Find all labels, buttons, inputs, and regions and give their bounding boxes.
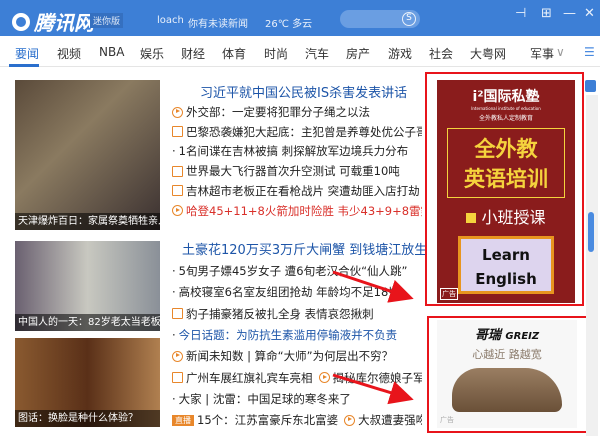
car-slogan: 心越近 路越宽 (472, 348, 542, 361)
ad-logo-sub: International institute of education (471, 106, 541, 111)
red-arrow (332, 270, 414, 303)
ad-label: 广告 (440, 288, 458, 300)
ad-small-class: 小班授课 (481, 208, 546, 227)
shield-icon[interactable] (585, 80, 596, 92)
car-ad[interactable]: 哥瑞 GREIZ 心越近 路越宽 广告 (437, 320, 577, 428)
english-training-ad[interactable]: i²国际私塾 International institute of educat… (437, 80, 575, 303)
scrollbar-thumb[interactable] (588, 212, 594, 252)
learn-english-board: Learn English (458, 236, 554, 294)
ad-label: 广告 (440, 416, 454, 424)
red-arrow (332, 373, 414, 405)
car-image (452, 368, 562, 412)
car-brand: 哥瑞 (474, 328, 501, 343)
ad-logo: i²国际私塾 (472, 89, 540, 105)
ad-title: 全外教 (474, 137, 538, 161)
scrollbar-track[interactable] (586, 95, 598, 436)
car-brand-en: GREIZ (505, 331, 540, 342)
ad-tagline: 全外教私人定制教育 (478, 115, 533, 122)
ad-title: 英语培训 (464, 167, 548, 191)
